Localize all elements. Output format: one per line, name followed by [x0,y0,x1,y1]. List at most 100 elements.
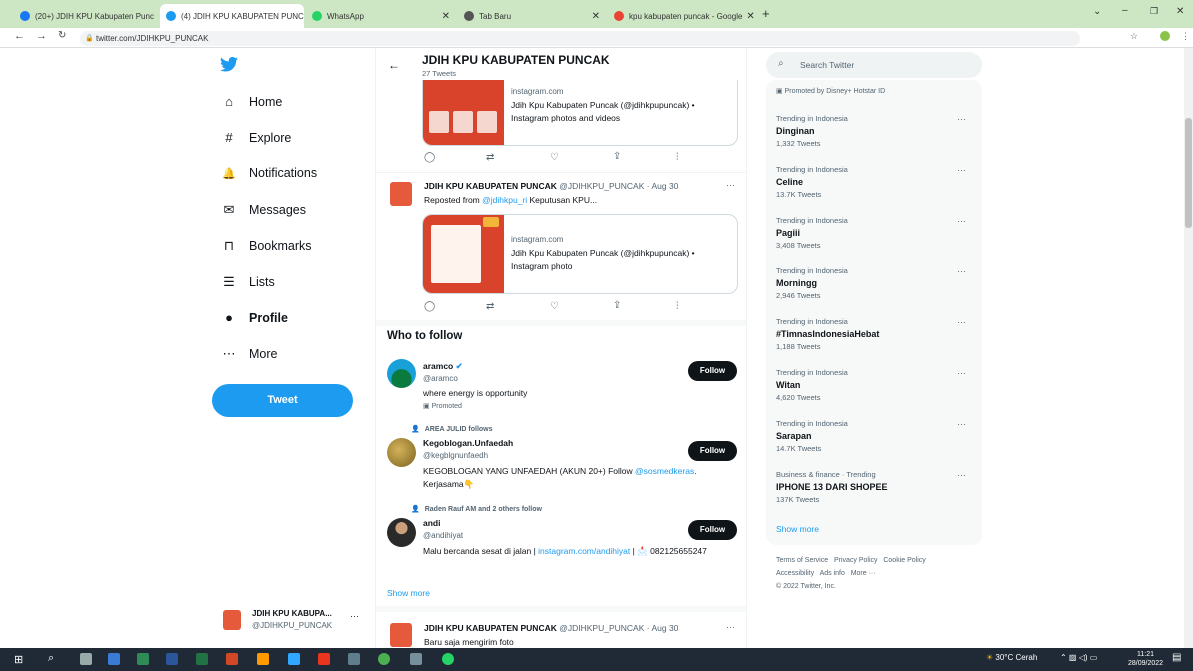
reload-icon[interactable]: ↻ [58,30,66,41]
more-dots-icon[interactable]: ··· [957,266,966,276]
analytics-icon[interactable]: ⫶ [676,301,679,312]
app-icon[interactable] [348,653,360,665]
tweet-avatar[interactable] [390,182,412,206]
app-icon[interactable] [410,653,422,665]
more-dots-icon[interactable]: ··· [957,317,966,327]
sidebar-item-profile[interactable]: ● Profile [220,310,288,325]
user-avatar[interactable] [387,518,416,547]
follow-button[interactable]: Follow [688,361,737,381]
tab-search-icon[interactable]: ⌄ [1093,6,1101,17]
menu-kebab-icon[interactable]: ⋮ [1181,31,1190,42]
retweet-icon[interactable]: ⇄ [486,152,494,163]
forward-arrow-icon[interactable]: → [36,30,47,42]
app-icon[interactable] [108,653,120,665]
more-dots-icon[interactable]: ··· [957,114,966,124]
user-name[interactable]: andi [423,518,440,528]
illustrator-icon[interactable] [257,653,269,665]
sidebar-item-bookmarks[interactable]: ⊓ Bookmarks [220,238,312,254]
excel-icon[interactable] [196,653,208,665]
minimize-button[interactable]: – [1122,5,1128,16]
trend-item[interactable]: Trending in Indonesia Dinginan 1,332 Tweet… [776,114,976,148]
scrollbar[interactable] [1184,48,1193,648]
trend-item[interactable]: Trending in Indonesia Witan 4,620 Tweets ··… [776,368,976,402]
tweet-more-icon[interactable]: ··· [726,622,735,632]
tweet-more-icon[interactable]: ··· [726,180,735,190]
chrome-icon[interactable] [378,653,390,665]
url-field[interactable]: 🔒 twitter.com/JDIHKPU_PUNCAK [80,31,1080,46]
footer-links[interactable]: Terms of Service Privacy Policy Cookie P… [776,557,926,564]
browser-tab[interactable]: kpu kabupaten puncak - Google ✕ [608,4,756,28]
follow-button[interactable]: Follow [688,520,737,540]
user-avatar[interactable] [387,438,416,467]
back-arrow-icon[interactable]: ← [14,30,25,42]
weather-widget[interactable]: ☀ 30°C Cerah [986,653,1037,662]
trends-show-more-link[interactable]: Show more [776,524,819,534]
user-avatar[interactable] [387,359,416,388]
profile-avatar-icon[interactable] [1160,31,1170,41]
footer-links[interactable]: Accessibility Ads info More ··· [776,570,876,577]
close-tab-icon[interactable]: ✕ [154,11,159,22]
sidebar-item-explore[interactable]: # Explore [220,130,291,145]
close-tab-icon[interactable]: ✕ [438,11,450,22]
photoshop-icon[interactable] [288,653,300,665]
more-dots-icon[interactable]: ··· [957,470,966,480]
app-icon[interactable] [137,653,149,665]
trend-item[interactable]: Trending in Indonesia Morningg 2,946 Tweet… [776,266,976,300]
back-arrow-icon[interactable]: ← [388,58,400,72]
like-icon[interactable]: ♡ [550,301,559,312]
tweet-button[interactable]: Tweet [212,384,353,417]
more-dots-icon[interactable]: ··· [957,216,966,226]
trend-item[interactable]: Trending in Indonesia #TimnasIndonesiaHeb… [776,317,976,351]
more-dots-icon[interactable]: ··· [957,368,966,378]
restore-button[interactable]: ❐ [1150,6,1158,17]
sidebar-item-home[interactable]: ⌂ Home [220,94,282,109]
share-icon[interactable]: ⇪ [613,300,621,311]
close-window-button[interactable]: ✕ [1176,6,1184,17]
like-icon[interactable]: ♡ [550,152,559,163]
link-card[interactable]: instagram.com Jdih Kpu Kabupaten Puncak … [422,214,738,294]
sidebar-item-notifications[interactable]: 🔔 Notifications [220,166,317,180]
system-tray-icons[interactable]: ⌃ ▨ ◁) ▭ [1060,653,1097,662]
search-input[interactable]: ⌕ Search Twitter [766,52,982,78]
browser-tab[interactable]: WhatsApp ✕ [306,4,456,28]
app-icon[interactable] [318,653,330,665]
clock[interactable]: 11:21 28/09/2022 [1128,650,1163,668]
retweet-icon[interactable]: ⇄ [486,301,494,312]
twitter-logo-icon[interactable] [220,56,238,77]
browser-tab-active[interactable]: (4) JDIH KPU KABUPATEN PUNCAK✕ [160,4,304,28]
follow-button[interactable]: Follow [688,441,737,461]
analytics-icon[interactable]: ⫶ [676,152,679,163]
close-tab-icon[interactable]: ✕ [588,11,600,22]
trend-item[interactable]: Trending in Indonesia Sarapan 14.7K Tweets… [776,419,976,453]
search-icon[interactable]: ⌕ [48,652,54,665]
sidebar-item-lists[interactable]: ☰ Lists [220,274,275,290]
task-view-icon[interactable] [80,653,92,665]
tweet-avatar[interactable] [390,623,412,647]
more-dots-icon[interactable]: ··· [957,419,966,429]
scrollbar-thumb[interactable] [1185,118,1192,228]
browser-tab[interactable]: Tab Baru ✕ [458,4,606,28]
whatsapp-icon[interactable] [442,653,454,665]
share-icon[interactable]: ⇪ [613,151,621,162]
sidebar-item-messages[interactable]: ✉ Messages [220,202,306,218]
more-dots-icon[interactable]: ··· [957,165,966,175]
user-name[interactable]: Kegoblogan.Unfaedah [423,438,513,448]
powerpoint-icon[interactable] [226,653,238,665]
reply-icon[interactable]: ◯ [424,152,435,163]
word-icon[interactable] [166,653,178,665]
browser-tab[interactable]: (20+) JDIH KPU Kabupaten Punc✕ [14,4,158,28]
notification-center-icon[interactable]: ▤ [1172,652,1181,663]
show-more-link[interactable]: Show more [387,588,430,598]
account-switcher[interactable]: JDIH KPU KABUPA... @JDIHKPU_PUNCAK ··· [218,605,368,635]
windows-start-icon[interactable]: ⊞ [14,653,23,666]
sidebar-item-more[interactable]: ⋯ More [220,346,278,362]
trend-item[interactable]: Trending in Indonesia Celine 13.7K Tweets ·… [776,165,976,199]
user-name[interactable]: aramco ✔ [423,361,463,372]
user-handle: @aramco [423,374,458,383]
trend-item[interactable]: Trending in Indonesia Pagiii 3,408 Tweets ·… [776,216,976,250]
reply-icon[interactable]: ◯ [424,301,435,312]
bookmark-star-icon[interactable]: ☆ [1130,31,1138,42]
trend-item[interactable]: Business & finance · Trending IPHONE 13 D… [776,470,976,504]
new-tab-button[interactable]: + [762,6,770,21]
close-tab-icon[interactable]: ✕ [742,11,754,22]
